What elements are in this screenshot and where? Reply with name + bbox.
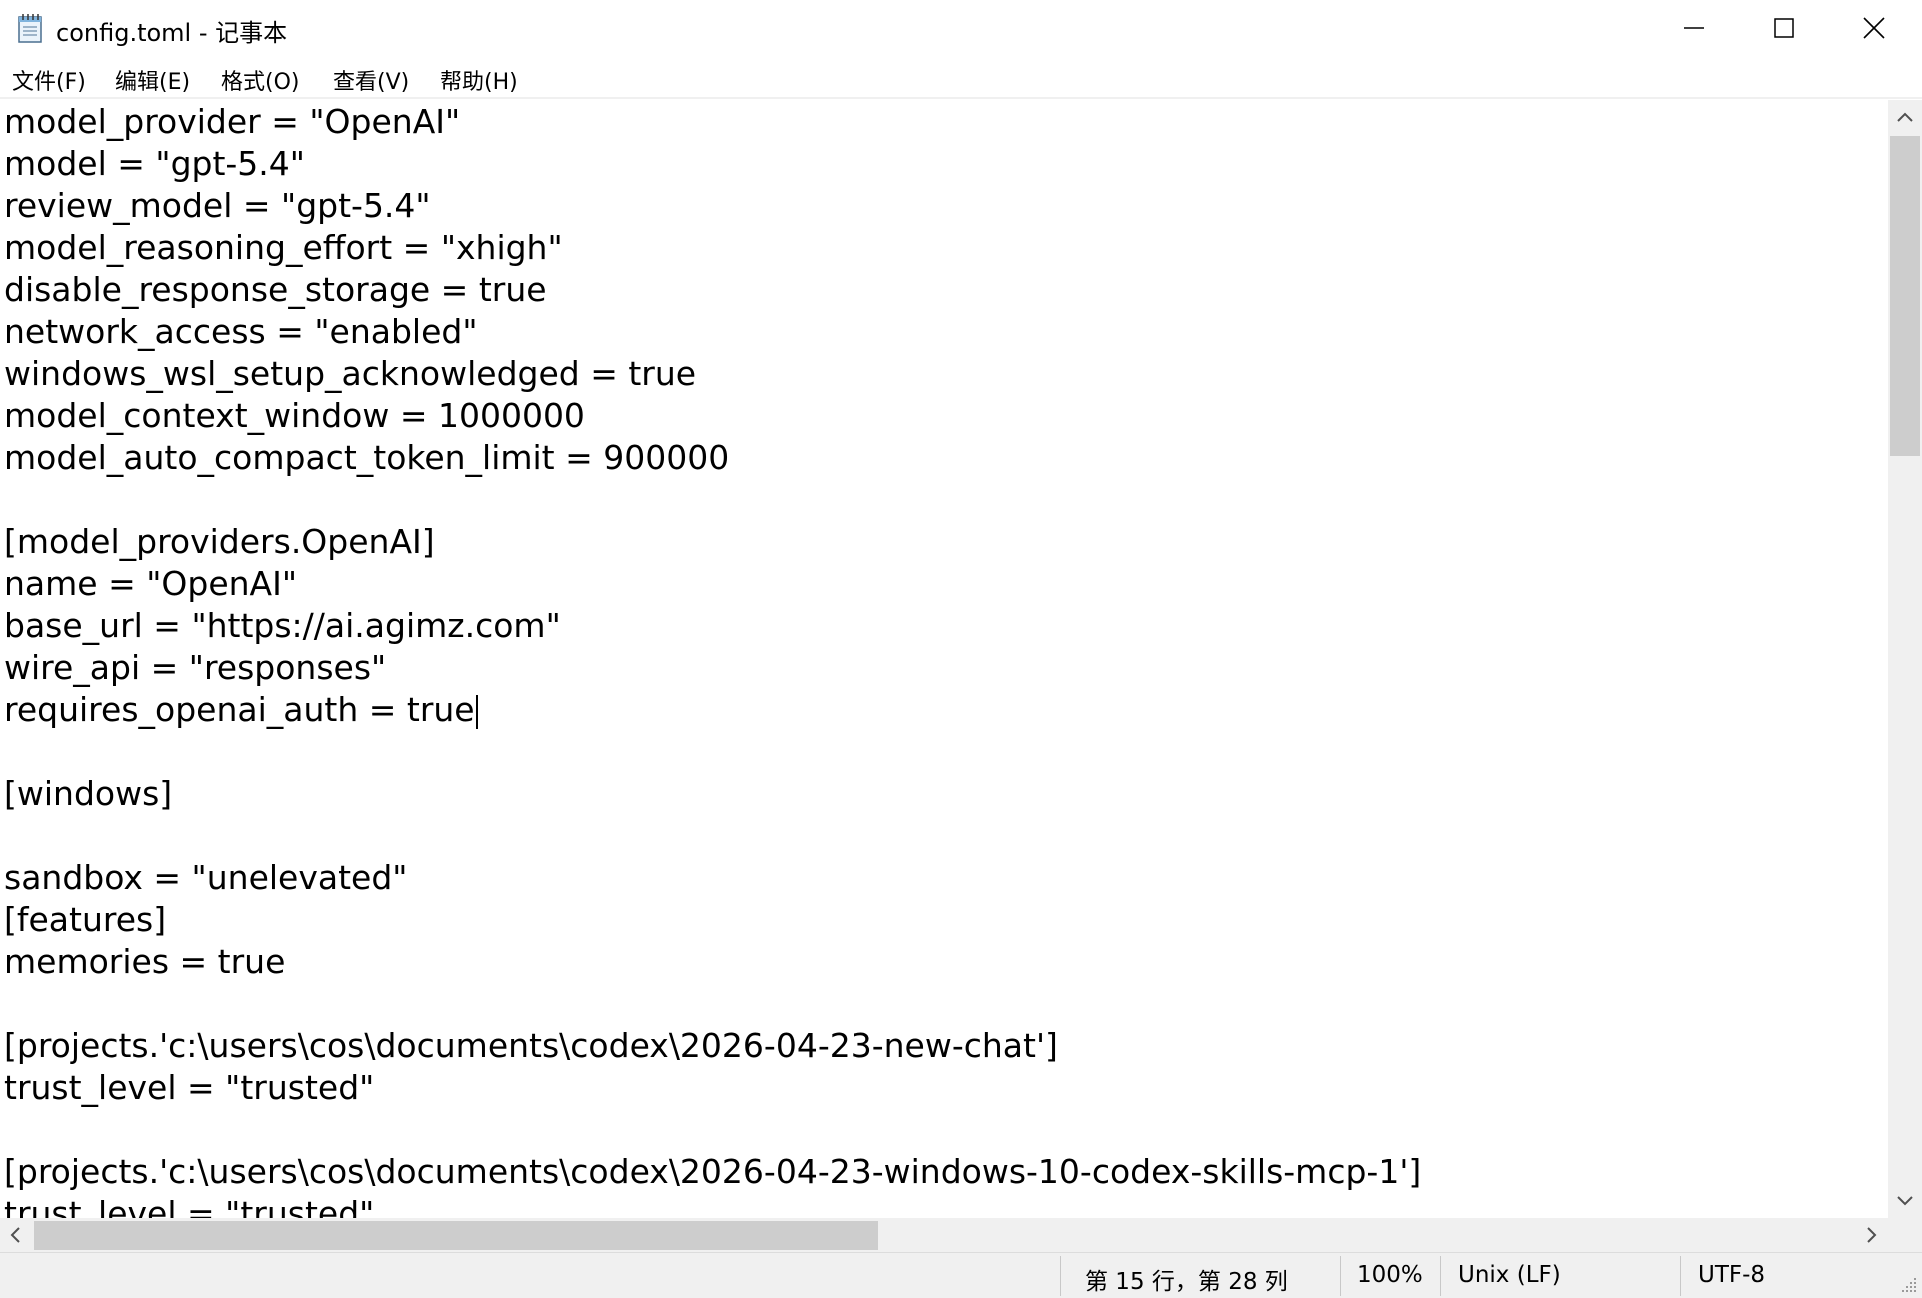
text-line[interactable]: model_provider = "OpenAI": [4, 101, 460, 143]
line-ending: Unix (LF): [1458, 1262, 1561, 1288]
scroll-up-button[interactable]: [1888, 100, 1922, 134]
close-icon: [1863, 17, 1885, 39]
menu-divider: [0, 97, 1922, 99]
scroll-right-button[interactable]: [1856, 1218, 1888, 1252]
notepad-window: config.toml - 记事本 文件(F) 编辑(E) 格式(O) 查看(V…: [0, 0, 1922, 1298]
maximize-button[interactable]: [1740, 0, 1828, 56]
text-line[interactable]: [model_providers.OpenAI]: [4, 521, 435, 563]
status-divider: [1060, 1256, 1061, 1296]
horizontal-scroll-thumb[interactable]: [34, 1221, 878, 1250]
text-editor[interactable]: model_provider = "OpenAI" model = "gpt-5.…: [0, 100, 1888, 1218]
text-line[interactable]: disable_response_storage = true: [4, 269, 547, 311]
status-divider: [1440, 1256, 1441, 1296]
text-line[interactable]: sandbox = "unelevated": [4, 857, 407, 899]
scrollbar-corner: [1888, 1218, 1922, 1252]
notepad-icon[interactable]: [16, 13, 44, 43]
status-divider: [1340, 1256, 1341, 1296]
chevron-left-icon: [10, 1227, 20, 1243]
encoding: UTF-8: [1698, 1262, 1766, 1288]
menu-help[interactable]: 帮助(H): [440, 64, 518, 95]
maximize-icon: [1774, 18, 1794, 38]
text-line[interactable]: memories = true: [4, 941, 285, 983]
chevron-right-icon: [1867, 1227, 1877, 1243]
text-line[interactable]: wire_api = "responses": [4, 647, 386, 689]
resize-grip-icon[interactable]: [1898, 1274, 1918, 1294]
window-title: config.toml - 记事本: [56, 19, 288, 47]
scroll-down-button[interactable]: [1888, 1184, 1922, 1218]
text-line[interactable]: [projects.'c:\users\cos\documents\codex\…: [4, 1151, 1421, 1193]
text-line[interactable]: model = "gpt-5.4": [4, 143, 305, 185]
text-line[interactable]: windows_wsl_setup_acknowledged = true: [4, 353, 696, 395]
chevron-up-icon: [1897, 112, 1913, 122]
menu-format[interactable]: 格式(O): [221, 64, 299, 95]
minimize-button[interactable]: [1650, 0, 1738, 56]
menu-edit[interactable]: 编辑(E): [115, 64, 190, 95]
minimize-icon: [1684, 27, 1704, 29]
title-bar[interactable]: config.toml - 记事本: [0, 0, 1922, 56]
menu-view[interactable]: 查看(V): [333, 64, 409, 95]
menu-file[interactable]: 文件(F): [12, 64, 86, 95]
close-button[interactable]: [1830, 0, 1918, 56]
text-line[interactable]: trust_level = "trusted": [4, 1193, 374, 1218]
text-line[interactable]: review_model = "gpt-5.4": [4, 185, 431, 227]
status-bar: [0, 1252, 1922, 1298]
vertical-scroll-thumb[interactable]: [1890, 136, 1920, 456]
text-line[interactable]: [features]: [4, 899, 166, 941]
chevron-down-icon: [1897, 1196, 1913, 1206]
zoom-level: 100%: [1357, 1262, 1423, 1288]
text-line[interactable]: name = "OpenAI": [4, 563, 297, 605]
text-line[interactable]: trust_level = "trusted": [4, 1067, 374, 1109]
text-line[interactable]: [projects.'c:\users\cos\documents\codex\…: [4, 1025, 1058, 1067]
cursor-position: 第 15 行，第 28 列: [1085, 1269, 1288, 1295]
text-line[interactable]: model_context_window = 1000000: [4, 395, 585, 437]
menu-bar: 文件(F) 编辑(E) 格式(O) 查看(V) 帮助(H): [0, 56, 1922, 98]
status-divider: [1680, 1256, 1681, 1296]
text-line[interactable]: model_reasoning_effort = "xhigh": [4, 227, 563, 269]
text-line[interactable]: network_access = "enabled": [4, 311, 478, 353]
text-line[interactable]: requires_openai_auth = true: [4, 689, 478, 731]
text-line[interactable]: [windows]: [4, 773, 172, 815]
text-caret: [475, 694, 478, 729]
text-line[interactable]: model_auto_compact_token_limit = 900000: [4, 437, 729, 479]
scroll-left-button[interactable]: [0, 1218, 30, 1252]
text-line[interactable]: base_url = "https://ai.agimz.com": [4, 605, 561, 647]
